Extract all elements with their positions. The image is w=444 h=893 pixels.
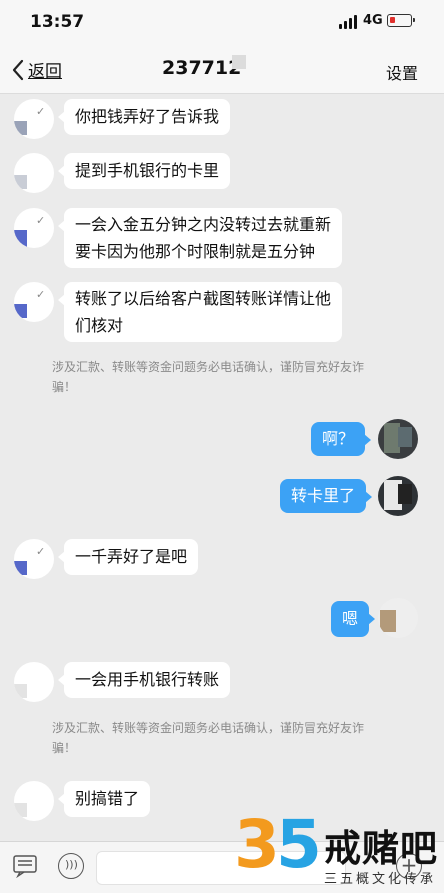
message-text: 一会用手机银行转账 (75, 670, 220, 689)
message-bubble[interactable]: 一会用手机银行转账 (58, 662, 231, 698)
avatar[interactable]: ✓ (14, 99, 54, 139)
avatar[interactable]: ✓ (14, 282, 54, 322)
battery-icon (387, 14, 415, 27)
watermark-subtitle: 三五概文化传承 (324, 872, 437, 887)
message-bubble[interactable]: 一会入金五分钟之内没转过去就重新 要卡因为他那个时限制就是五分钟 (58, 208, 343, 268)
top-bar: 13:57 4G 返回 237712 设置 (0, 0, 444, 94)
signal-icon (339, 15, 357, 29)
message-text: 要卡因为他那个时限制就是五分钟 (75, 242, 316, 261)
message-bubble[interactable]: 提到手机银行的卡里 (58, 153, 231, 189)
my-avatar[interactable] (378, 419, 418, 459)
message-bubble[interactable]: 你把钱弄好了告诉我 (58, 99, 231, 135)
watermark-logo: 35 戒赌吧 三五概文化传承 (234, 810, 444, 893)
avatar[interactable] (14, 662, 54, 702)
title-redaction (232, 55, 246, 69)
message-text: 们核对 (75, 316, 124, 335)
avatar[interactable]: ✓ (14, 539, 54, 579)
watermark-number: 35 (234, 810, 322, 880)
security-notice: 涉及汇款、转账等资金问题务必电话确认，谨防冒充好友诈 骗！ (52, 357, 392, 397)
message-bubble[interactable]: 转账了以后给客户截图转账详情让他 们核对 (58, 282, 343, 342)
message-bubble[interactable]: 别搞错了 (58, 781, 151, 817)
security-notice: 涉及汇款、转账等资金问题务必电话确认，谨防冒充好友诈 骗！ (52, 718, 392, 758)
avatar[interactable]: ✓ (14, 208, 54, 248)
chevron-left-icon (12, 59, 24, 80)
notice-text: 涉及汇款、转账等资金问题务必电话确认，谨防冒充好友诈 (52, 360, 365, 374)
watermark-digit: 5 (275, 806, 322, 883)
message-text: 提到手机银行的卡里 (75, 161, 220, 180)
settings-button[interactable]: 设置 (386, 60, 418, 84)
avatar[interactable] (14, 153, 54, 193)
my-avatar[interactable] (378, 598, 418, 638)
my-avatar[interactable] (378, 476, 418, 516)
notice-text: 涉及汇款、转账等资金问题务必电话确认，谨防冒充好友诈 (52, 721, 365, 735)
watermark-digit: 3 (234, 806, 280, 883)
network-type: 4G (363, 13, 383, 28)
my-message-bubble[interactable]: 转卡里了 (280, 479, 373, 513)
message-text: 一会入金五分钟之内没转过去就重新 (75, 215, 332, 234)
chat-title: 237712 (162, 57, 242, 79)
message-text: 啊？ (322, 429, 355, 448)
notice-text: 骗！ (52, 380, 77, 394)
message-bubble[interactable]: 一千弄好了是吧 (58, 539, 199, 575)
message-text: 你把钱弄好了告诉我 (75, 107, 220, 126)
chat-area[interactable]: ✓ 你把钱弄好了告诉我 提到手机银行的卡里 ✓ 一会入金五分钟之内没转过去就重新… (0, 95, 444, 841)
my-message-bubble[interactable]: 嗯 (331, 601, 376, 637)
keyboard-icon[interactable] (12, 854, 38, 878)
status-time: 13:57 (30, 12, 85, 32)
watermark-name: 戒赌吧 (324, 827, 438, 870)
message-text: 一千弄好了是吧 (75, 547, 188, 566)
message-text: 转账了以后给客户截图转账详情让他 (75, 289, 332, 308)
notice-text: 骗！ (52, 741, 77, 755)
message-text: 转卡里了 (291, 486, 356, 505)
voice-icon[interactable]: ))) (58, 853, 84, 879)
my-message-bubble[interactable]: 啊？ (311, 422, 372, 456)
message-text: 嗯 (342, 609, 359, 628)
message-text: 别搞错了 (75, 789, 140, 808)
back-button[interactable]: 返回 (10, 57, 62, 82)
back-label: 返回 (28, 62, 62, 82)
avatar[interactable] (14, 781, 54, 821)
